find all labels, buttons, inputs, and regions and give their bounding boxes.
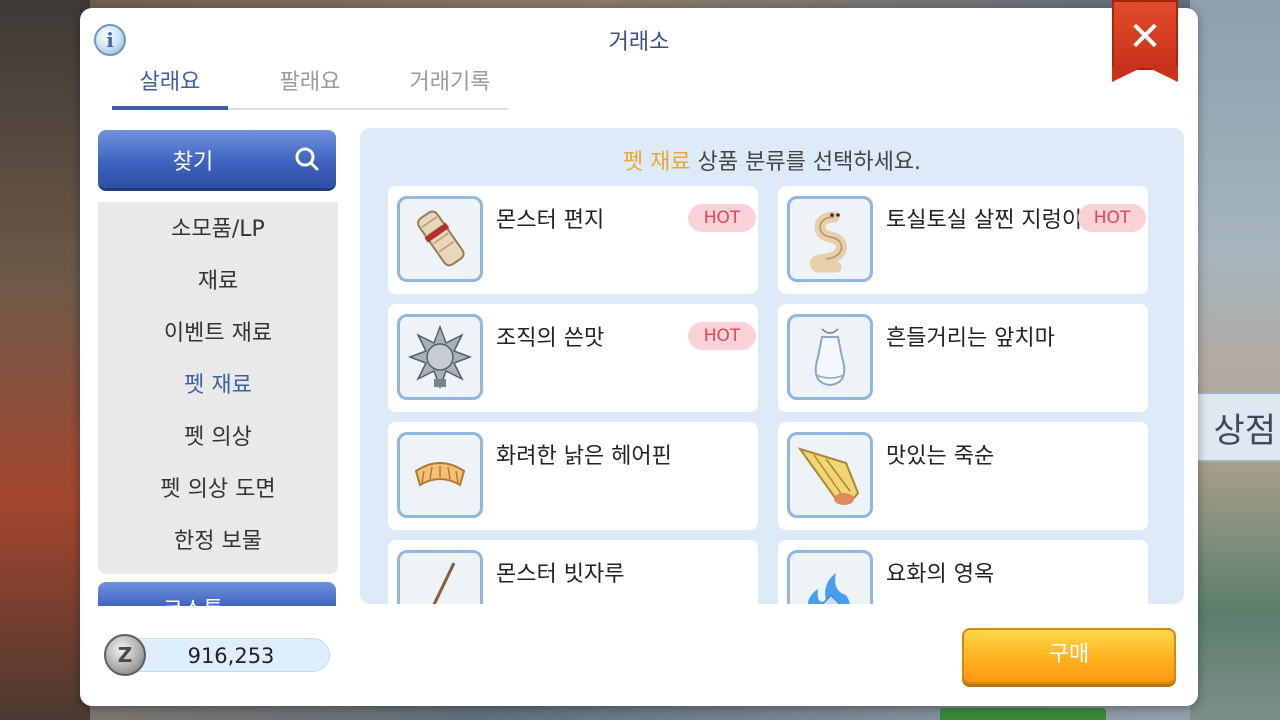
bamboo-shoot-icon (787, 432, 873, 518)
close-icon: ✕ (1128, 14, 1162, 60)
game-background-right (1190, 0, 1280, 720)
item-name: 조직의 쓴맛 (496, 326, 605, 351)
search-button[interactable]: 찾기 (98, 130, 336, 188)
game-background-left (0, 0, 90, 720)
item-card[interactable]: 토실토실 살찐 지렁이 HOT (778, 186, 1148, 294)
hot-badge: HOT (688, 204, 756, 232)
close-button[interactable]: ✕ (1112, 0, 1178, 84)
tab-sell[interactable]: 팔래요 (252, 66, 368, 106)
hot-badge: HOT (688, 322, 756, 350)
shop-sign: 상점 (1190, 392, 1280, 462)
tab-buy[interactable]: 살래요 (112, 66, 228, 110)
item-card[interactable]: 몬스터 빗자루 (388, 540, 758, 604)
apron-icon (787, 314, 873, 400)
tab-history[interactable]: 거래기록 (392, 66, 508, 106)
category-prompt: 펫 재료 상품 분류를 선택하세요. (360, 144, 1184, 176)
item-card[interactable]: 조직의 쓴맛 HOT (388, 304, 758, 412)
hairpin-icon (397, 432, 483, 518)
item-card[interactable]: 요화의 영옥 (778, 540, 1148, 604)
category-materials[interactable]: 재료 (98, 256, 338, 308)
search-button-label: 찾기 (172, 150, 214, 175)
category-limited-treasure[interactable]: 한정 보물 (98, 516, 338, 568)
worm-icon (787, 196, 873, 282)
category-consumables[interactable]: 소모품/LP (98, 204, 338, 256)
prompt-text: 상품 분류를 선택하세요. (690, 150, 922, 175)
item-card[interactable]: 몬스터 편지 HOT (388, 186, 758, 294)
costume-button-label: 코스튬 (98, 592, 288, 606)
item-name: 요화의 영옥 (886, 562, 995, 587)
category-pet-costumes[interactable]: 펫 의상 (98, 412, 338, 464)
item-name: 맛있는 죽순 (886, 444, 995, 469)
zeny-amount: 916,253 (187, 644, 275, 668)
zeny-display: Z 916,253 (104, 634, 330, 676)
spiked-ball-icon (397, 314, 483, 400)
scroll-letter-icon (397, 196, 483, 282)
item-name: 몬스터 빗자루 (496, 562, 625, 587)
hot-badge: HOT (1078, 204, 1146, 232)
item-panel: 펫 재료 상품 분류를 선택하세요. 몬스터 편지 HOT 토실토실 살찐 지렁… (360, 128, 1184, 604)
dialog-title: 거래소 (608, 30, 670, 55)
blue-flame-gem-icon (787, 550, 873, 604)
item-name: 몬스터 편지 (496, 208, 605, 233)
category-event-materials[interactable]: 이벤트 재료 (98, 308, 338, 360)
item-card[interactable]: 맛있는 죽순 (778, 422, 1148, 530)
category-pet-costume-blueprints[interactable]: 펫 의상 도면 (98, 464, 338, 516)
item-name: 토실토실 살찐 지렁이 (886, 208, 1083, 233)
buy-button[interactable]: 구매 (962, 628, 1176, 684)
zeny-coin-icon: Z (104, 634, 146, 676)
item-name: 흔들거리는 앞치마 (886, 326, 1055, 351)
costume-button[interactable]: 코스튬 (98, 582, 336, 606)
category-pet-materials[interactable]: 펫 재료 (98, 360, 338, 412)
broom-icon (397, 550, 483, 604)
tab-bar: 살래요 팔래요 거래기록 (112, 66, 508, 110)
item-name: 화려한 낡은 헤어핀 (496, 444, 672, 469)
exchange-dialog: i 거래소 ✕ 살래요 팔래요 거래기록 찾기 소모품/LP 재료 이벤트 재료… (80, 0, 1198, 706)
search-icon (295, 147, 319, 171)
category-list: 소모품/LP 재료 이벤트 재료 펫 재료 펫 의상 펫 의상 도면 한정 보물 (98, 202, 338, 574)
prompt-highlight: 펫 재료 (622, 150, 691, 175)
background-green-bar (940, 708, 1106, 720)
item-card[interactable]: 화려한 낡은 헤어핀 (388, 422, 758, 530)
item-card[interactable]: 흔들거리는 앞치마 (778, 304, 1148, 412)
close-ribbon-tip (1112, 66, 1178, 82)
